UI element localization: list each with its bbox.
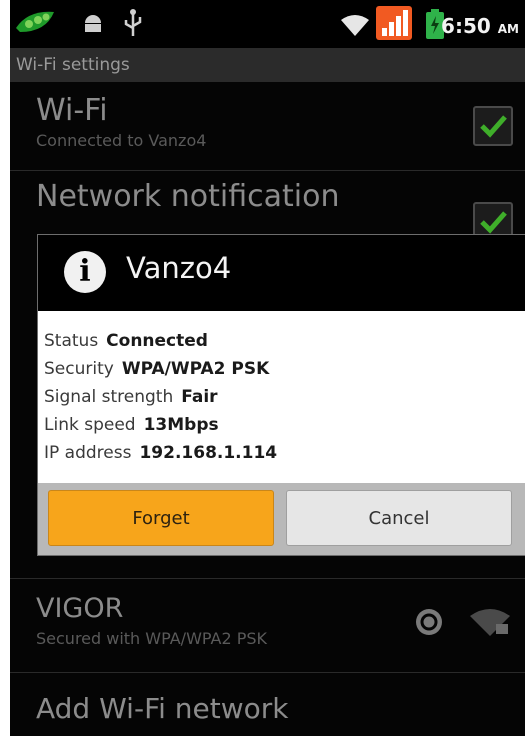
signal-bars-icon	[376, 6, 412, 40]
wifi-row-subtitle: Connected to Vanzo4	[36, 131, 207, 150]
wifi-toggle-row[interactable]: Wi-Fi Connected to Vanzo4	[10, 92, 525, 164]
wps-icon	[416, 609, 442, 635]
detail-value: 192.168.1.114	[139, 443, 278, 463]
add-network-label: Add Wi-Fi network	[36, 692, 289, 725]
detail-ip-address: IP address 192.168.1.114	[44, 443, 277, 463]
dialog-header: i Vanzo4	[38, 235, 525, 311]
detail-value: Fair	[181, 387, 218, 407]
detail-signal-strength: Signal strength Fair	[44, 387, 218, 407]
network-notification-title: Network notification	[36, 179, 340, 214]
detail-value: WPA/WPA2 PSK	[121, 359, 270, 379]
detail-label: Signal strength	[44, 387, 174, 407]
detail-value: Connected	[106, 331, 208, 351]
detail-value: 13Mbps	[143, 415, 219, 435]
checkmark-icon	[480, 115, 507, 138]
clock: 6:50 AM	[441, 14, 519, 38]
dialog-button-bar: Forget Cancel	[38, 483, 525, 555]
page-title: Wi-Fi settings	[10, 48, 525, 82]
network-details-dialog: i Vanzo4 Status Connected Security WPA/WPA…	[37, 234, 525, 556]
detail-label: IP address	[44, 443, 132, 463]
wifi-icon	[341, 15, 369, 36]
forget-button[interactable]: Forget	[48, 490, 274, 546]
wifi-row-title: Wi-Fi	[36, 93, 108, 128]
add-wifi-network-row[interactable]: Add Wi-Fi network	[10, 690, 525, 734]
wifi-checkbox[interactable]	[473, 106, 513, 146]
phone-screen: 6:50 AM Wi-Fi settings Wi-Fi Connected t…	[10, 0, 525, 736]
network-name: VIGOR	[36, 593, 124, 624]
detail-label: Link speed	[44, 415, 136, 435]
divider	[10, 578, 525, 579]
detail-label: Status	[44, 331, 99, 351]
info-icon: i	[64, 251, 106, 293]
usb-icon	[124, 9, 142, 36]
status-bar: 6:50 AM	[10, 0, 525, 48]
cancel-button[interactable]: Cancel	[286, 490, 512, 546]
divider	[10, 672, 525, 673]
android-debug-icon	[85, 15, 101, 32]
network-notification-row[interactable]: Network notification	[10, 178, 525, 234]
detail-link-speed: Link speed 13Mbps	[44, 415, 219, 435]
detail-security: Security WPA/WPA2 PSK	[44, 359, 269, 379]
divider	[10, 170, 525, 171]
network-item-vigor[interactable]: VIGOR Secured with WPA/WPA2 PSK	[10, 590, 525, 658]
pea-pod-icon	[16, 11, 54, 32]
detail-status: Status Connected	[44, 331, 208, 351]
detail-label: Security	[44, 359, 114, 379]
wifi-lock-signal-icon	[470, 609, 510, 636]
network-security: Secured with WPA/WPA2 PSK	[36, 629, 268, 648]
dialog-title: Vanzo4	[126, 251, 232, 285]
dialog-body: Status Connected Security WPA/WPA2 PSK Sig…	[38, 311, 525, 483]
